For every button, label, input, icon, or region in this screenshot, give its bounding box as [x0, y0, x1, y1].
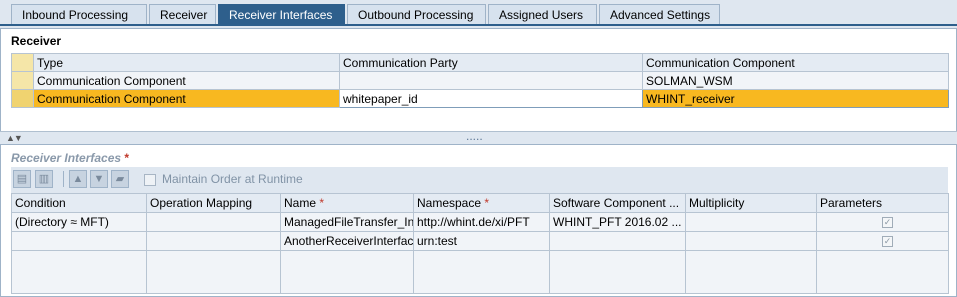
cell-multiplicity[interactable] [685, 212, 817, 232]
parameters-checkbox-icon[interactable]: ✓ [882, 217, 893, 229]
cell-operation-mapping[interactable] [146, 231, 281, 251]
move-up-icon[interactable]: ▲ [69, 170, 87, 188]
maintain-order-label: Maintain Order at Runtime [162, 172, 303, 186]
col-namespace: Namespace * [413, 193, 550, 213]
table-row-selected[interactable]: Communication Component whitepaper_id WH… [11, 89, 949, 108]
receiver-section: Receiver Type Communication Party Commun… [0, 28, 957, 132]
interfaces-toolbar: ▤ ▥ ▲ ▼ ▰ Maintain Order at Runtime [11, 167, 948, 193]
cell-type: Communication Component [33, 89, 340, 108]
tab-bar: Inbound Processing Receiver Receiver Int… [0, 0, 957, 26]
col-communication-party: Communication Party [339, 53, 643, 72]
move-down-icon[interactable]: ▼ [90, 170, 108, 188]
parameters-checkbox-icon[interactable]: ✓ [882, 236, 893, 248]
cell-namespace[interactable]: http://whint.de/xi/PFT [413, 212, 550, 232]
splitter-grip-icon[interactable]: ..... [466, 129, 483, 143]
pane-splitter[interactable]: ▲▼ ..... [0, 129, 957, 145]
col-condition: Condition [11, 193, 147, 213]
table-row[interactable]: AnotherReceiverInterface urn:test ✓ [11, 231, 949, 251]
maintain-order-checkbox[interactable] [144, 174, 156, 186]
required-marker: * [124, 151, 130, 165]
cell-party [339, 71, 643, 90]
row-selector[interactable] [11, 71, 34, 90]
cell-condition[interactable]: (Directory ≈ MFT) [11, 212, 147, 232]
col-communication-component: Communication Component [642, 53, 949, 72]
row-selector[interactable] [11, 89, 34, 108]
cell-software-component[interactable]: WHINT_PFT 2016.02 ... [549, 212, 686, 232]
table-row[interactable]: Communication Component SOLMAN_WSM [11, 71, 949, 90]
cell-name[interactable]: ManagedFileTransfer_Inb [280, 212, 414, 232]
table-row[interactable]: (Directory ≈ MFT) ManagedFileTransfer_In… [11, 212, 949, 232]
interfaces-header-row: Condition Operation Mapping Name * Names… [11, 193, 949, 213]
cell-name[interactable]: AnotherReceiverInterface [280, 231, 414, 251]
component-input[interactable]: WHINT_receiver [642, 89, 949, 108]
tab-advanced-settings[interactable]: Advanced Settings [599, 4, 720, 24]
col-operation-mapping: Operation Mapping [146, 193, 281, 213]
col-type: Type [33, 53, 340, 72]
tab-underline [0, 24, 957, 26]
tab-inbound-processing[interactable]: Inbound Processing [11, 4, 147, 24]
select-all-cell[interactable] [11, 53, 34, 72]
col-name: Name * [280, 193, 414, 213]
tab-assigned-users[interactable]: Assigned Users [488, 4, 597, 24]
cell-multiplicity[interactable] [685, 231, 817, 251]
toolbar-separator [63, 171, 64, 187]
tab-receiver[interactable]: Receiver [149, 4, 216, 24]
tab-outbound-processing[interactable]: Outbound Processing [347, 4, 486, 24]
interfaces-table: Condition Operation Mapping Name * Names… [11, 193, 949, 294]
cell-condition[interactable] [11, 231, 147, 251]
open-folder-icon[interactable]: ▰ [111, 170, 129, 188]
cell-software-component[interactable] [549, 231, 686, 251]
tab-receiver-interfaces[interactable]: Receiver Interfaces [218, 4, 345, 24]
party-input[interactable]: whitepaper_id [339, 89, 643, 108]
cell-component: SOLMAN_WSM [642, 71, 949, 90]
cell-operation-mapping[interactable] [146, 212, 281, 232]
cell-parameters[interactable]: ✓ [816, 212, 949, 232]
delete-row-icon[interactable]: ▥ [35, 170, 53, 188]
cell-parameters[interactable]: ✓ [816, 231, 949, 251]
insert-row-icon[interactable]: ▤ [13, 170, 31, 188]
receiver-interfaces-title: Receiver Interfaces * [11, 151, 129, 165]
collapse-arrows-icon[interactable]: ▲▼ [6, 133, 23, 143]
receiver-title: Receiver [11, 34, 62, 48]
cell-type: Communication Component [33, 71, 340, 90]
receiver-header-row: Type Communication Party Communication C… [11, 53, 949, 72]
receiver-interfaces-section: Receiver Interfaces * ▤ ▥ ▲ ▼ ▰ Maintain… [0, 144, 957, 297]
empty-table-area [11, 250, 949, 294]
receiver-interfaces-title-text: Receiver Interfaces [11, 151, 122, 165]
cell-namespace[interactable]: urn:test [413, 231, 550, 251]
col-multiplicity: Multiplicity [685, 193, 817, 213]
col-software-component: Software Component ... [549, 193, 686, 213]
col-parameters: Parameters [816, 193, 949, 213]
receiver-table: Type Communication Party Communication C… [11, 53, 949, 108]
